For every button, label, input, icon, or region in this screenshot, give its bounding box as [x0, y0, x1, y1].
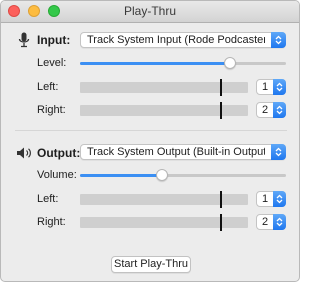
chevron-updown-icon	[271, 144, 286, 160]
chevron-updown-icon	[271, 32, 286, 48]
input-right-peak-indicator	[220, 102, 223, 119]
output-volume-slider-knob[interactable]	[156, 169, 169, 181]
window-title: Play-Thru	[123, 4, 176, 18]
chevron-updown-icon	[273, 79, 286, 95]
output-left-channel-popup[interactable]: 1	[256, 191, 286, 207]
chevron-updown-icon	[273, 214, 286, 230]
output-right-level-meter	[80, 214, 248, 231]
input-right-channel-value: 2	[262, 104, 269, 116]
output-right-channel-value: 2	[262, 216, 269, 228]
input-level-slider-fill	[80, 62, 231, 65]
output-right-peak-indicator	[220, 214, 223, 231]
input-left-peak-indicator	[220, 79, 223, 96]
microphone-icon	[18, 32, 30, 48]
title-bar: Play-Thru	[1, 1, 299, 23]
speaker-icon	[16, 147, 33, 159]
output-section-label: Output:	[37, 146, 81, 160]
input-device-value: Track System Input (Rode Podcaster)	[87, 34, 265, 46]
output-right-label: Right:	[37, 216, 66, 228]
start-play-thru-button[interactable]: Start Play-Thru	[111, 256, 191, 273]
output-volume-slider-fill	[80, 174, 163, 177]
input-device-popup[interactable]: Track System Input (Rode Podcaster)	[80, 32, 286, 48]
output-device-popup[interactable]: Track System Output (Built-in Output: He	[80, 144, 286, 160]
input-left-level-meter	[80, 79, 248, 96]
input-right-channel-popup[interactable]: 2	[256, 102, 286, 118]
play-thru-window: Play-Thru Input: Track System Input (Rod…	[0, 0, 300, 282]
output-right-channel-popup[interactable]: 2	[256, 214, 286, 230]
chevron-updown-icon	[273, 191, 286, 207]
input-level-label: Level:	[37, 57, 67, 69]
output-device-value: Track System Output (Built-in Output: He	[87, 146, 265, 158]
output-left-level-meter	[80, 191, 248, 208]
chevron-updown-icon	[273, 102, 286, 118]
input-left-channel-popup[interactable]: 1	[256, 79, 286, 95]
input-right-level-meter	[80, 102, 248, 119]
input-left-label: Left:	[37, 81, 59, 93]
output-volume-label: Volume:	[37, 169, 77, 181]
output-left-label: Left:	[37, 193, 59, 205]
input-left-channel-value: 1	[262, 81, 269, 93]
input-right-label: Right:	[37, 104, 66, 116]
section-divider	[15, 130, 287, 131]
input-level-slider-knob[interactable]	[224, 57, 237, 69]
output-volume-slider-track[interactable]	[80, 174, 286, 177]
output-left-peak-indicator	[220, 191, 223, 208]
input-section-label: Input:	[37, 33, 71, 47]
input-level-slider-track[interactable]	[80, 62, 286, 65]
output-left-channel-value: 1	[262, 193, 269, 205]
